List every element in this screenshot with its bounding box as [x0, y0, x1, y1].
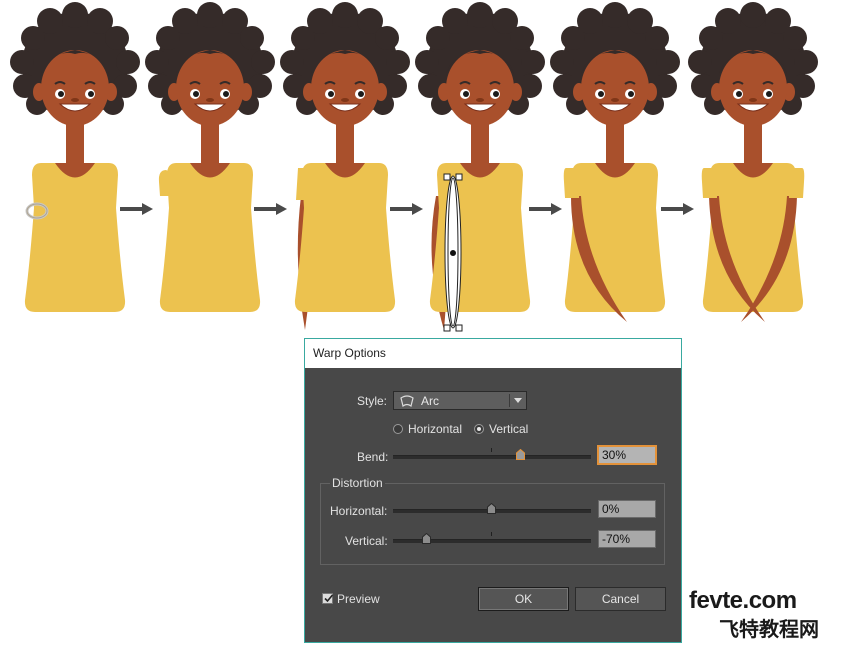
distortion-vertical-label: Vertical: [345, 534, 388, 548]
checkmark-icon [324, 594, 334, 603]
arrow-2 [252, 201, 289, 217]
figure-5 [550, 2, 680, 322]
bend-slider-track[interactable] [393, 455, 591, 459]
figure-1 [10, 2, 140, 312]
figure-4 [415, 2, 545, 332]
watermark-name: 飞特教程网 [719, 619, 819, 641]
illustration-canvas [10, 2, 818, 332]
distortion-group [320, 483, 665, 565]
figure-3 [280, 2, 410, 330]
bend-center-tick [491, 448, 492, 452]
preview-label[interactable]: Preview [337, 592, 380, 606]
arrow-1 [118, 201, 155, 217]
bend-slider-thumb[interactable] [516, 449, 525, 460]
distortion-vertical-center-tick [491, 532, 492, 536]
chevron-down-icon [514, 398, 522, 403]
vertical-radio[interactable] [474, 424, 484, 434]
distortion-horizontal-label: Horizontal: [330, 504, 388, 518]
vertical-radio-label[interactable]: Vertical [489, 422, 528, 436]
distortion-vertical-thumb[interactable] [422, 533, 431, 544]
horizontal-radio[interactable] [393, 424, 403, 434]
arrow-4 [527, 201, 564, 217]
distortion-title: Distortion [330, 476, 385, 490]
arc-style-icon [400, 395, 414, 407]
distortion-horizontal-thumb[interactable] [487, 503, 496, 514]
ok-button[interactable]: OK [478, 587, 569, 611]
cancel-button[interactable]: Cancel [575, 587, 666, 611]
watermark-site: fevte.com [689, 587, 797, 614]
dialog-title: Warp Options [305, 339, 681, 368]
arrow-5 [659, 201, 696, 217]
arrow-3 [388, 201, 425, 217]
warp-options-dialog: Warp Options Style: Arc Horizontal Verti… [304, 338, 682, 643]
figure-6 [688, 2, 818, 322]
style-value: Arc [421, 394, 439, 408]
distortion-vertical-input[interactable]: -70% [598, 530, 656, 548]
distortion-horizontal-input[interactable]: 0% [598, 500, 656, 518]
horizontal-radio-label[interactable]: Horizontal [408, 422, 462, 436]
style-label: Style: [357, 394, 388, 408]
figure-2 [145, 2, 275, 312]
preview-checkbox[interactable] [322, 593, 334, 604]
style-select[interactable]: Arc [393, 391, 527, 410]
bend-label: Bend: [357, 450, 389, 464]
bend-value-input[interactable]: 30% [598, 446, 656, 464]
select-separator [509, 394, 510, 407]
